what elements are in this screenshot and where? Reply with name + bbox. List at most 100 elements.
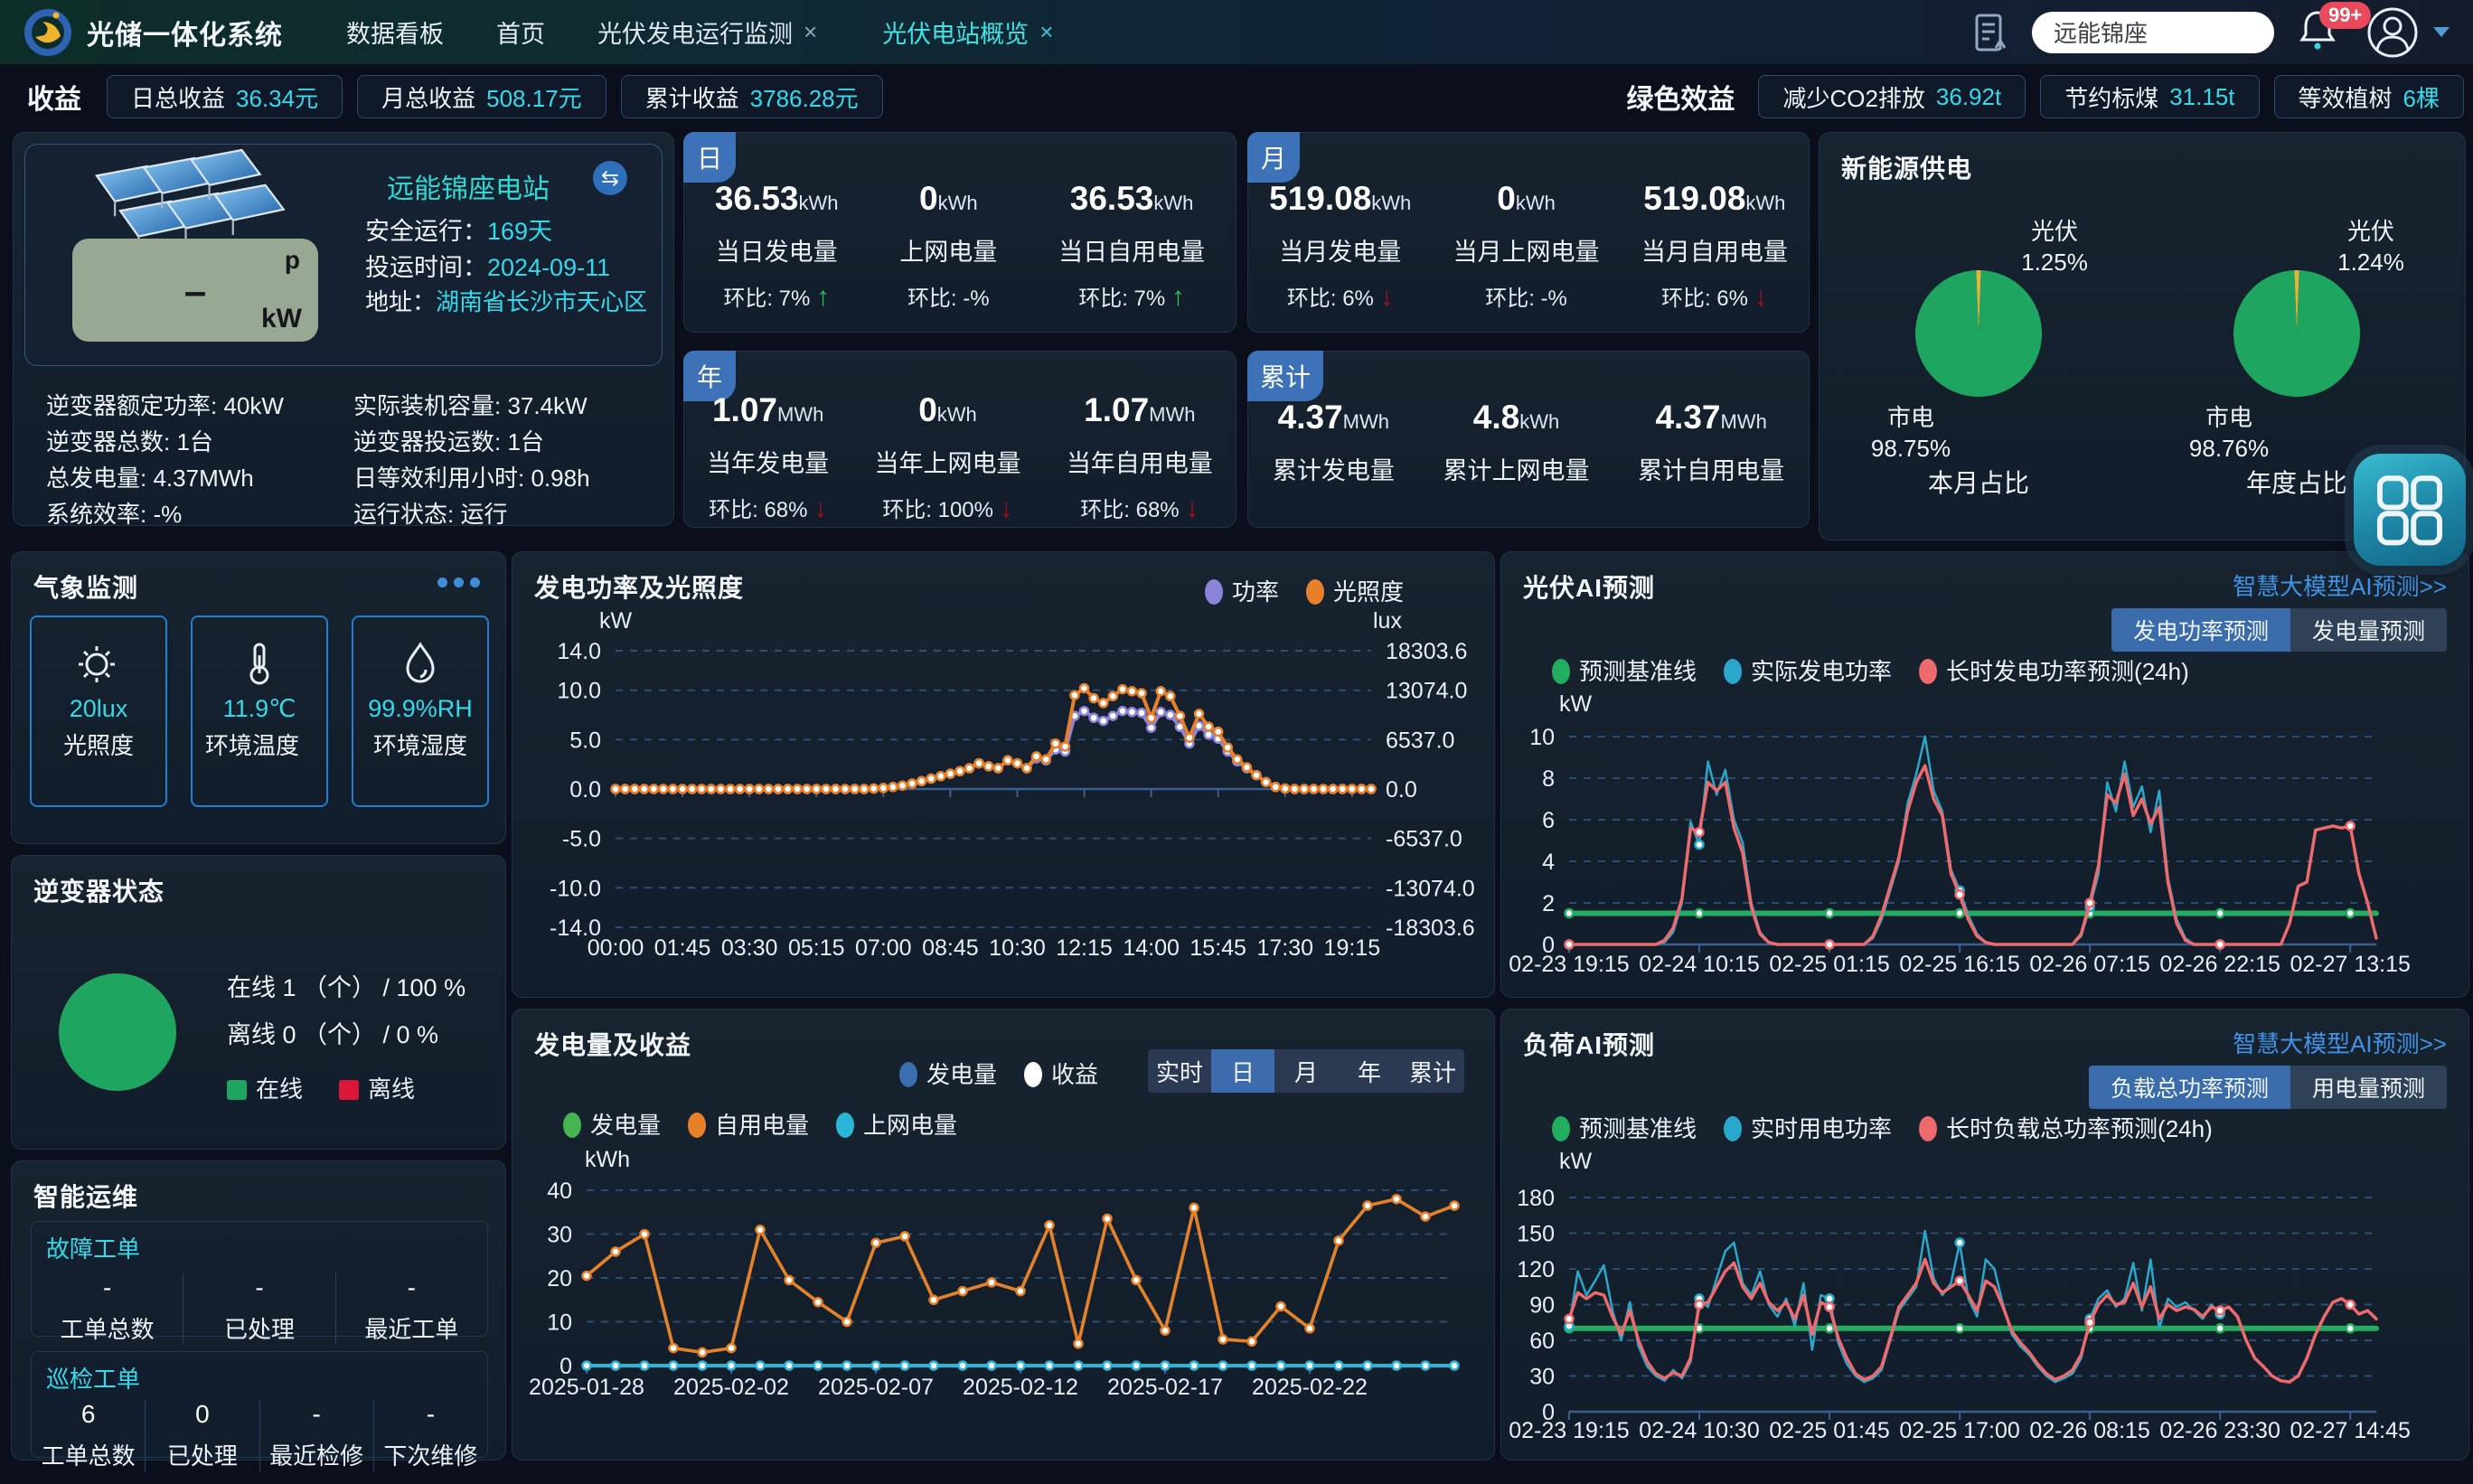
- detail-row: 实际装机容量: 37.4kW: [353, 388, 588, 421]
- month-supply-pie-chart: [1914, 268, 2044, 399]
- legend-item-offline[interactable]: 离线: [339, 1071, 415, 1104]
- svg-text:02-26 07:15: 02-26 07:15: [2029, 952, 2149, 977]
- weather-value: 99.9%RH: [353, 695, 487, 723]
- chevron-down-icon[interactable]: [2433, 27, 2449, 37]
- commission-date-row: 投运时间：2024-09-11: [365, 248, 610, 283]
- nav-item-home[interactable]: 首页: [496, 14, 545, 50]
- year-stats-card: 年 1.07MWh 当年发电量 环比: 68% ↓ 0kWh 当年上网电量 环比…: [683, 351, 1236, 528]
- trend-up-icon: ↑: [816, 282, 830, 312]
- info-label: 投运时间：: [365, 254, 487, 281]
- stat-col: 519.08kWh 当月自用电量 环比: 6% ↓: [1641, 180, 1788, 313]
- card-subtitle: 故障工单: [46, 1231, 487, 1264]
- stat-value: 36.34元: [236, 80, 318, 114]
- revenue-bar: 收益 日总收益 36.34元 月总收益 508.17元 累计收益 3786.28…: [0, 65, 2473, 128]
- card-badge: 月: [1247, 132, 1300, 183]
- svg-text:02-26 23:30: 02-26 23:30: [2159, 1418, 2280, 1443]
- search-input[interactable]: [2032, 12, 2274, 53]
- stat-label: 等效植树: [2299, 80, 2393, 114]
- svg-text:02-25 16:15: 02-25 16:15: [1899, 952, 2019, 977]
- ops-col: -已处理: [183, 1273, 334, 1345]
- tab-pv-station-overview[interactable]: 光伏电站概览 ×: [882, 14, 1053, 50]
- weather-value: 11.9℃: [193, 695, 326, 723]
- tab-close-icon[interactable]: ×: [1039, 18, 1053, 46]
- svg-text:90: 90: [1529, 1293, 1555, 1319]
- svg-text:02-26 08:15: 02-26 08:15: [2029, 1418, 2149, 1443]
- widget-grid-button[interactable]: [2354, 454, 2466, 566]
- offline-swatch: [339, 1080, 359, 1100]
- station-info-panel: p – kW 远能锦座电站 ⇆ 安全运行：169天 投运时间：2024-09-1…: [13, 132, 674, 526]
- stat-col: 4.8kWh 累计上网电量: [1443, 399, 1589, 486]
- svg-text:6537.0: 6537.0: [1386, 728, 1454, 753]
- svg-text:8: 8: [1542, 766, 1555, 792]
- co2-reduction-box: 减少CO2排放 36.92t: [1758, 75, 2026, 118]
- ops-col: 6工单总数: [32, 1400, 145, 1471]
- svg-text:10:30: 10:30: [989, 935, 1046, 961]
- notification-badge: 99+: [2319, 2, 2371, 29]
- nav-item-dashboard[interactable]: 数据看板: [346, 14, 444, 50]
- load-ai-panel: 负荷AI预测 智慧大模型AI预测>> 负载总功率预测 用电量预测 预测基准线 实…: [1500, 1009, 2469, 1461]
- droplet-icon: [395, 639, 446, 690]
- tab-pv-operation-monitor[interactable]: 光伏发电运行监测 ×: [597, 14, 817, 50]
- stat-value: 36.92t: [1936, 83, 2001, 111]
- detail-row: 逆变器总数: 1台: [46, 424, 213, 457]
- energy-revenue-chart: 4030201002025-01-282025-02-022025-02-072…: [512, 1010, 1496, 1461]
- svg-text:13074.0: 13074.0: [1386, 679, 1467, 704]
- report-icon[interactable]: [1974, 12, 2008, 53]
- ops-col: -下次维修: [373, 1400, 487, 1471]
- year-supply-pie-chart: [2232, 268, 2362, 399]
- svg-text:-18303.6: -18303.6: [1386, 916, 1475, 941]
- svg-text:-10.0: -10.0: [550, 876, 601, 901]
- humidity-card: 99.9%RH 环境湿度: [352, 615, 489, 807]
- ops-col: 0已处理: [145, 1400, 259, 1471]
- ops-col: -最近检修: [259, 1400, 373, 1471]
- power-irradiance-panel: 发电功率及光照度 功率 光照度 kW lux 14.018303.610.013…: [512, 551, 1495, 998]
- tab-label: 光伏电站概览: [882, 14, 1029, 50]
- svg-text:2025-02-12: 2025-02-12: [963, 1375, 1078, 1400]
- more-options-icon[interactable]: [437, 578, 480, 587]
- stat-col: 36.53kWh 当日发电量 环比: 7% ↑: [715, 180, 839, 313]
- stat-label: 累计收益: [645, 80, 739, 114]
- power-irradiance-chart: 14.018303.610.013074.05.06537.00.00.0-5.…: [512, 552, 1496, 999]
- detail-row: 逆变器投运数: 1台: [353, 424, 544, 457]
- tab-close-icon[interactable]: ×: [804, 18, 817, 46]
- stat-col: 0kWh 当月上网电量 环比: -%: [1453, 180, 1600, 313]
- svg-text:180: 180: [1517, 1186, 1555, 1211]
- thermometer-icon: [234, 639, 285, 690]
- svg-text:20: 20: [547, 1266, 572, 1291]
- trend-down-icon: ↓: [1185, 493, 1199, 523]
- notifications-button[interactable]: 99+: [2298, 7, 2348, 58]
- ops-col: -工单总数: [32, 1273, 183, 1345]
- svg-text:02-27 14:45: 02-27 14:45: [2290, 1418, 2410, 1443]
- stat-label: 月总收益: [381, 80, 475, 114]
- trend-down-icon: ↓: [1754, 282, 1768, 312]
- detail-row: 总发电量: 4.37MWh: [46, 460, 254, 493]
- svg-text:40: 40: [547, 1179, 572, 1204]
- stat-label: 节约标煤: [2064, 80, 2158, 114]
- tab-label: 光伏发电运行监测: [597, 14, 793, 50]
- svg-text:2025-02-17: 2025-02-17: [1107, 1375, 1223, 1400]
- stat-col: 0kWh 当年上网电量 环比: 100% ↓: [874, 391, 1020, 524]
- weather-value: 20lux: [32, 695, 165, 723]
- lcd-unit: kW: [261, 304, 302, 334]
- pie-caption: 本月占比: [1888, 464, 2069, 500]
- svg-text:18303.6: 18303.6: [1386, 639, 1467, 664]
- stat-col: 0kWh 上网电量 环比: -%: [899, 180, 997, 313]
- switch-station-icon[interactable]: ⇆: [593, 161, 627, 195]
- svg-text:03:30: 03:30: [721, 935, 778, 961]
- station-name: 远能锦座电站: [333, 166, 604, 206]
- svg-text:19:15: 19:15: [1324, 935, 1381, 961]
- svg-text:2025-02-22: 2025-02-22: [1252, 1375, 1368, 1400]
- info-label: 地址：: [365, 288, 436, 315]
- svg-text:2025-02-02: 2025-02-02: [673, 1375, 789, 1400]
- legend-item-online[interactable]: 在线: [227, 1071, 303, 1104]
- avatar[interactable]: [2366, 6, 2419, 59]
- fault-workorder-card: 故障工单 -工单总数 -已处理 -最近工单: [31, 1221, 488, 1337]
- svg-text:0.0: 0.0: [569, 777, 601, 803]
- stat-col: 4.37MWh 累计自用电量: [1638, 399, 1784, 486]
- monthly-revenue-box: 月总收益 508.17元: [357, 75, 606, 118]
- svg-text:02-23 19:15: 02-23 19:15: [1509, 952, 1629, 977]
- svg-text:-5.0: -5.0: [562, 827, 601, 852]
- app-logo-icon: [24, 8, 72, 57]
- grid-icon: [2365, 465, 2455, 555]
- svg-text:2025-02-07: 2025-02-07: [818, 1375, 934, 1400]
